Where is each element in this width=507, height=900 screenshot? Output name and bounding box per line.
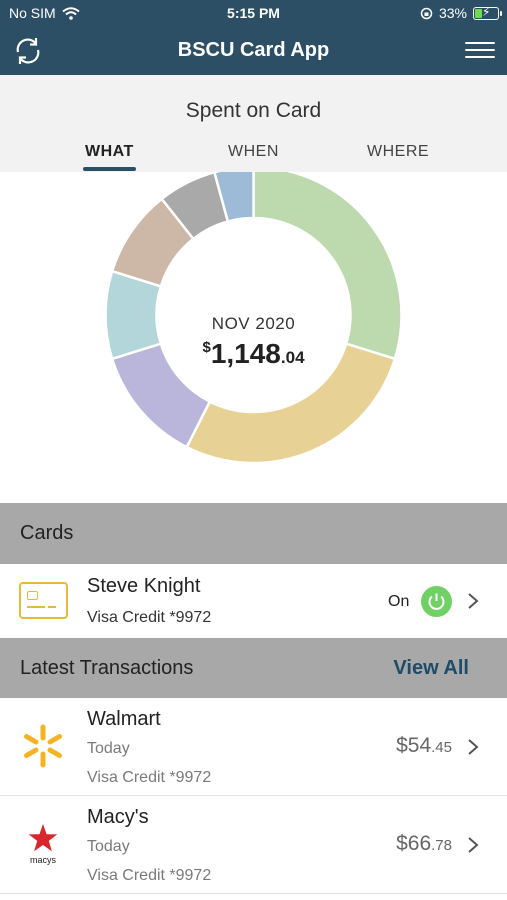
credit-card-icon (19, 582, 68, 619)
transactions-section-label: Latest Transactions (20, 657, 194, 679)
chart-total: $1,148.04 (0, 338, 507, 370)
card-detail: Visa Credit *9972 (87, 609, 212, 626)
chart-month: NOV 2020 (211, 314, 296, 333)
spend-tabs: WHAT WHEN WHERE (0, 143, 507, 173)
transaction-row[interactable]: macys Macy's Today Visa Credit *9972 $66… (0, 796, 507, 894)
tab-where[interactable]: WHERE (367, 143, 429, 161)
walmart-logo (24, 724, 62, 768)
spending-chart: NOV 2020 $1,148.04 (0, 172, 507, 503)
transaction-row[interactable]: Walmart Today Visa Credit *9972 $54.45 (0, 698, 507, 796)
transactions-section-header: Latest Transactions View All (0, 638, 507, 698)
tab-when[interactable]: WHEN (228, 143, 279, 161)
status-bar: No SIM 5:15 PM 33% ⚡ (0, 0, 507, 26)
chevron-right-icon (468, 837, 479, 853)
chart-center-label: NOV 2020 $1,148.04 (0, 314, 507, 370)
card-status-label: On (388, 593, 410, 610)
macys-logo: macys (28, 824, 58, 865)
card-holder-name: Steve Knight (87, 575, 201, 597)
transaction-amount: $54.45 (396, 734, 452, 758)
power-toggle-button[interactable] (421, 586, 452, 617)
cards-section-label: Cards (20, 522, 74, 544)
status-right: 33% ⚡ (420, 4, 502, 21)
chevron-right-icon (468, 739, 479, 755)
charging-bolt-icon: ⚡ (482, 4, 491, 19)
transaction-card: Visa Credit *9972 (87, 867, 212, 884)
transaction-date: Today (87, 838, 130, 855)
app-title: BSCU Card App (177, 39, 330, 61)
transaction-amount-dollars: $54 (396, 734, 432, 757)
chart-total-symbol: $ (202, 339, 211, 356)
transaction-card: Visa Credit *9972 (87, 769, 212, 786)
hamburger-menu-icon[interactable] (465, 42, 495, 60)
power-icon (428, 593, 445, 610)
chart-total-cents: .04 (280, 348, 305, 367)
cards-section-header: Cards (0, 503, 507, 564)
transaction-amount-dollars: $66 (396, 832, 432, 855)
battery-icon: ⚡ (473, 4, 502, 20)
transaction-amount-cents: .78 (431, 837, 452, 854)
spent-title: Spent on Card (185, 99, 322, 122)
transaction-date: Today (87, 740, 130, 757)
nav-bar: BSCU Card App (0, 26, 507, 75)
macys-logo-text: macys (30, 855, 57, 865)
orientation-lock-icon (420, 7, 433, 19)
merchant-name: Macy's (87, 806, 149, 828)
view-all-link[interactable]: View All (393, 657, 469, 680)
merchant-name: Walmart (87, 708, 161, 730)
chart-total-dollars: 1,148 (210, 338, 281, 369)
battery-percent: 33% (438, 5, 467, 21)
transaction-amount-cents: .45 (431, 739, 452, 756)
card-row[interactable]: Steve Knight Visa Credit *9972 On (0, 564, 507, 638)
spent-header: Spent on Card WHAT WHEN WHERE (0, 75, 507, 172)
transaction-amount: $66.78 (396, 832, 452, 856)
tab-what[interactable]: WHAT (83, 143, 136, 171)
chevron-right-icon (468, 593, 479, 609)
app-header: No SIM 5:15 PM 33% ⚡ BSCU Card App (0, 0, 507, 75)
